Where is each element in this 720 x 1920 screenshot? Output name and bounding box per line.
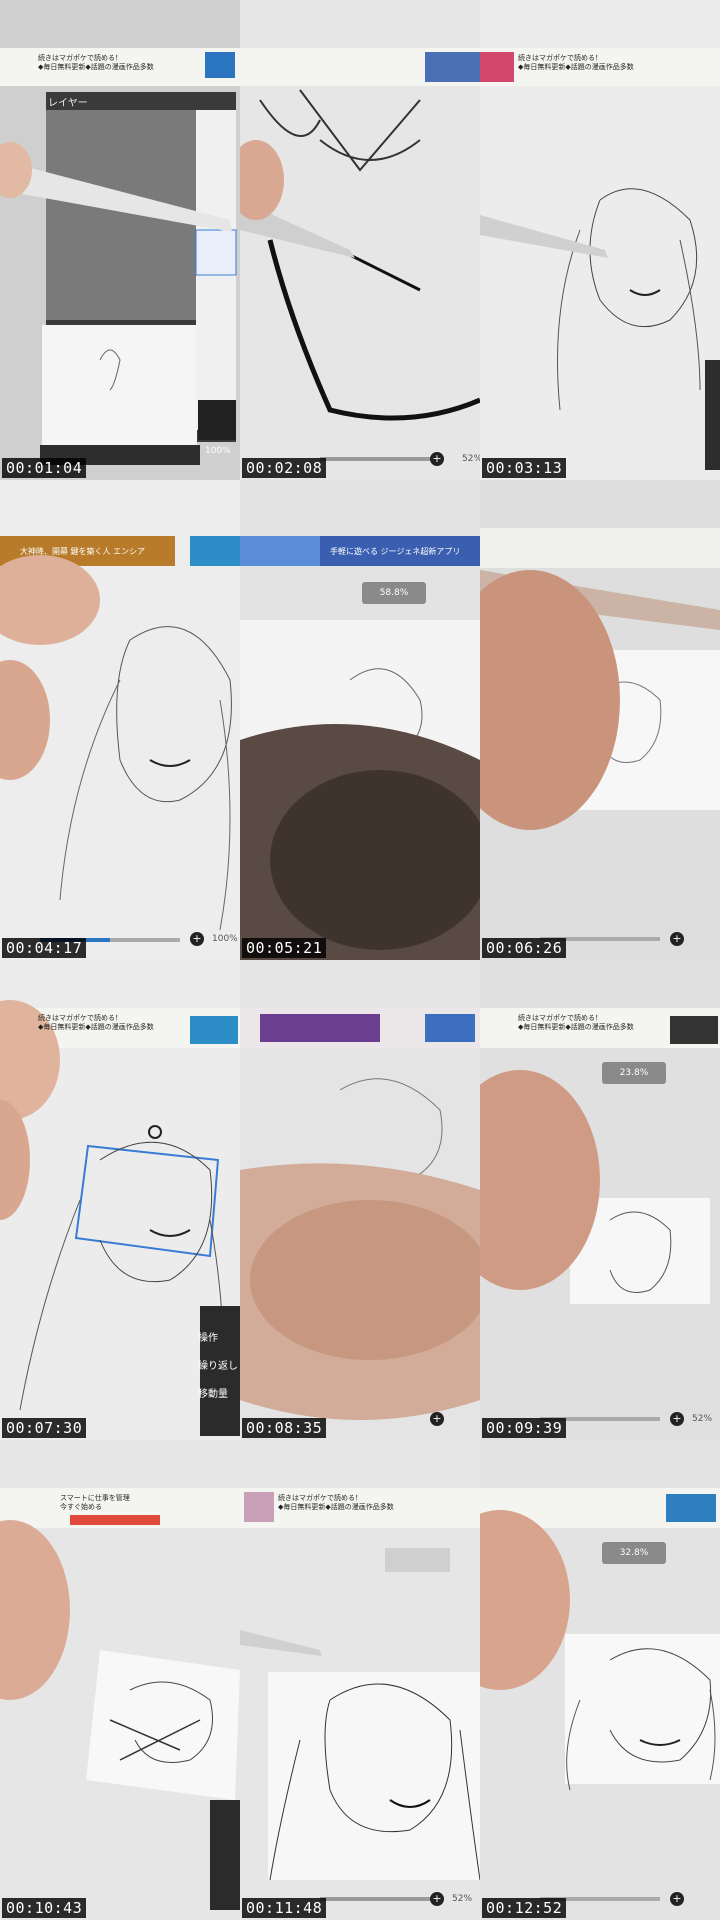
add-button[interactable]: + [670, 1892, 684, 1906]
video-frame-grid: 続きはマガポケで読める！ ◆毎日無料更新◆話題の漫画作品多数 レイヤー 100% … [0, 0, 720, 1920]
zoom-level: 52% [462, 454, 480, 464]
ad-text: 続きはマガポケで読める！ ◆毎日無料更新◆話題の漫画作品多数 [278, 1494, 394, 1511]
frame-1-scene [0, 0, 240, 480]
frame-2: + 52% 00:02:08 [240, 0, 480, 480]
timestamp: 00:10:43 [2, 1898, 87, 1918]
zoom-level: 100% [205, 446, 231, 456]
timestamp: 00:06:26 [482, 938, 567, 958]
zoom-level: 52% [452, 1894, 473, 1904]
add-button[interactable]: + [430, 1412, 444, 1426]
menu-item-operation[interactable]: 操作 [192, 1330, 240, 1348]
frame-1: 続きはマガポケで読める！ ◆毎日無料更新◆話題の漫画作品多数 レイヤー 100% … [0, 0, 240, 480]
ad-text: 続きはマガポケで読める！ ◆毎日無料更新◆話題の漫画作品多数 [38, 1014, 154, 1031]
layer-panel-title: レイヤー [48, 98, 88, 109]
frame-12: 32.8% + 00:12:52 [480, 1440, 720, 1920]
frame-11-scene [240, 1440, 480, 1920]
frame-3-scene [480, 0, 720, 480]
frame-2-scene [240, 0, 480, 480]
ad-text: 続きはマガポケで読める！ ◆毎日無料更新◆話題の漫画作品多数 [518, 54, 634, 71]
timestamp: 00:07:30 [2, 1418, 87, 1438]
timestamp: 00:04:17 [2, 938, 87, 958]
timestamp: 00:01:04 [2, 458, 87, 478]
timestamp: 00:11:48 [242, 1898, 327, 1918]
ad-text: 続きはマガポケで読める！ ◆毎日無料更新◆話題の漫画作品多数 [518, 1014, 634, 1031]
frame-10: スマートに仕事を管理 今すぐ始める 00:10:43 [0, 1440, 240, 1920]
timestamp: 00:02:08 [242, 458, 327, 478]
timestamp: 00:09:39 [482, 1418, 567, 1438]
ad-text: 続きはマガポケで読める！ ◆毎日無料更新◆話題の漫画作品多数 [38, 54, 154, 71]
ad-banner: 手軽に遊べる ジージェネ超新アプリ [330, 547, 461, 556]
zoom-percent-badge: 32.8% [602, 1542, 666, 1564]
zoom-level: 52% [692, 1414, 713, 1424]
frame-8-scene [240, 960, 480, 1440]
zoom-percent-badge: 23.8% [602, 1062, 666, 1084]
frame-7: 続きはマガポケで読める！ ◆毎日無料更新◆話題の漫画作品多数 操作 繰り返し 移動… [0, 960, 240, 1440]
add-button[interactable]: + [430, 452, 444, 466]
timestamp: 00:05:21 [242, 938, 327, 958]
frame-9-scene [480, 960, 720, 1440]
frame-6-scene [480, 480, 720, 960]
ad-banner: 大神降、開幕 鍵を築く人 エンシア [20, 547, 146, 556]
menu-item-repeat[interactable]: 繰り返し [192, 1358, 240, 1376]
menu-item-move-amount[interactable]: 移動量 [192, 1386, 240, 1404]
zoom-level: 100% [212, 934, 238, 944]
add-button[interactable]: + [670, 932, 684, 946]
frame-3: 続きはマガポケで読める！ ◆毎日無料更新◆話題の漫画作品多数 00:03:13 [480, 0, 720, 480]
frame-5: 手軽に遊べる ジージェネ超新アプリ 58.8% 00:05:21 [240, 480, 480, 960]
ad-text: スマートに仕事を管理 今すぐ始める [60, 1494, 130, 1511]
add-button[interactable]: + [670, 1412, 684, 1426]
timestamp: 00:03:13 [482, 458, 567, 478]
add-button[interactable]: + [190, 932, 204, 946]
frame-10-scene [0, 1440, 240, 1920]
frame-8: + 00:08:35 [240, 960, 480, 1440]
frame-9: 続きはマガポケで読める！ ◆毎日無料更新◆話題の漫画作品多数 23.8% + 52… [480, 960, 720, 1440]
frame-12-scene [480, 1440, 720, 1920]
frame-4: 大神降、開幕 鍵を築く人 エンシア + 100% 00:04:17 [0, 480, 240, 960]
timestamp: 00:08:35 [242, 1418, 327, 1438]
zoom-percent-badge: 58.8% [362, 582, 426, 604]
timestamp: 00:12:52 [482, 1898, 567, 1918]
frame-11: 続きはマガポケで読める！ ◆毎日無料更新◆話題の漫画作品多数 + 52% 00:1… [240, 1440, 480, 1920]
add-button[interactable]: + [430, 1892, 444, 1906]
frame-6: + 00:06:26 [480, 480, 720, 960]
